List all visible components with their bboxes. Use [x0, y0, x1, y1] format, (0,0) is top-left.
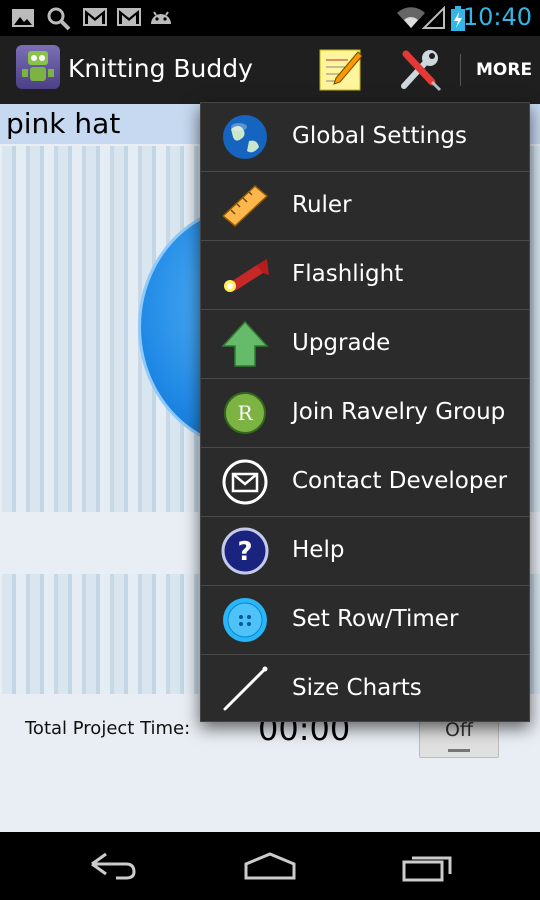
menu-item-label: Size Charts: [292, 675, 422, 701]
signal-icon: [422, 6, 445, 29]
envelope-icon: [222, 459, 268, 505]
menu-item-label: Contact Developer: [292, 468, 508, 494]
menu-item-label: Global Settings: [292, 123, 468, 149]
up-arrow-icon: [221, 320, 269, 367]
menu-item-label: Set Row/Timer: [292, 606, 459, 632]
total-time-label: Total Project Time:: [25, 718, 191, 739]
menu-item-label: Join Ravelry Group: [292, 399, 506, 425]
clock: 10:40: [462, 3, 532, 31]
wrench-screwdriver-icon[interactable]: [398, 46, 444, 92]
project-name[interactable]: pink hat: [6, 107, 120, 140]
menu-item-upgrade[interactable]: Upgrade: [201, 310, 529, 379]
recent-apps-icon[interactable]: [398, 850, 458, 882]
button-icon: [223, 598, 267, 642]
flashlight-icon: [224, 259, 269, 292]
menu-item-global-settings[interactable]: Global Settings: [201, 103, 529, 172]
search-icon: [47, 7, 71, 31]
overflow-menu: Global Settings Ruler Flashlight Upgrade…: [200, 102, 530, 722]
home-icon[interactable]: [240, 850, 300, 882]
help-icon: ?: [221, 527, 269, 575]
menu-item-help[interactable]: ? Help: [201, 517, 529, 586]
image-icon: [12, 9, 34, 27]
menu-item-ruler[interactable]: Ruler: [201, 172, 529, 241]
menu-item-contact-developer[interactable]: Contact Developer: [201, 448, 529, 517]
navigation-bar: [0, 832, 540, 900]
back-icon[interactable]: [82, 850, 142, 882]
android-icon: [151, 11, 171, 24]
app-robot-icon[interactable]: [16, 45, 60, 89]
menu-item-join-ravelry[interactable]: R Join Ravelry Group: [201, 379, 529, 448]
gmail-icon: [117, 8, 141, 26]
action-divider: [460, 54, 461, 86]
app-title: Knitting Buddy: [68, 54, 253, 83]
menu-item-label: Upgrade: [292, 330, 391, 356]
menu-item-label: Help: [292, 537, 345, 563]
gmail-icon: [83, 8, 107, 26]
menu-item-size-charts[interactable]: Size Charts: [201, 655, 529, 723]
svg-text:R: R: [237, 401, 253, 425]
toggle-indicator: [448, 749, 470, 752]
menu-item-label: Flashlight: [292, 261, 404, 287]
ruler-icon: [221, 184, 269, 228]
more-button[interactable]: MORE: [476, 60, 532, 80]
menu-item-flashlight[interactable]: Flashlight: [201, 241, 529, 310]
menu-item-set-row-timer[interactable]: Set Row/Timer: [201, 586, 529, 655]
status-bar: 10:40: [0, 0, 540, 36]
menu-item-label: Ruler: [292, 192, 352, 218]
action-bar: Knitting Buddy MORE: [0, 36, 540, 106]
ravelry-icon: R: [224, 392, 266, 434]
svg-text:?: ?: [237, 537, 252, 567]
globe-icon: [223, 115, 267, 159]
notepad-pencil-icon[interactable]: [318, 46, 364, 92]
knitting-needle-icon: [223, 666, 268, 711]
